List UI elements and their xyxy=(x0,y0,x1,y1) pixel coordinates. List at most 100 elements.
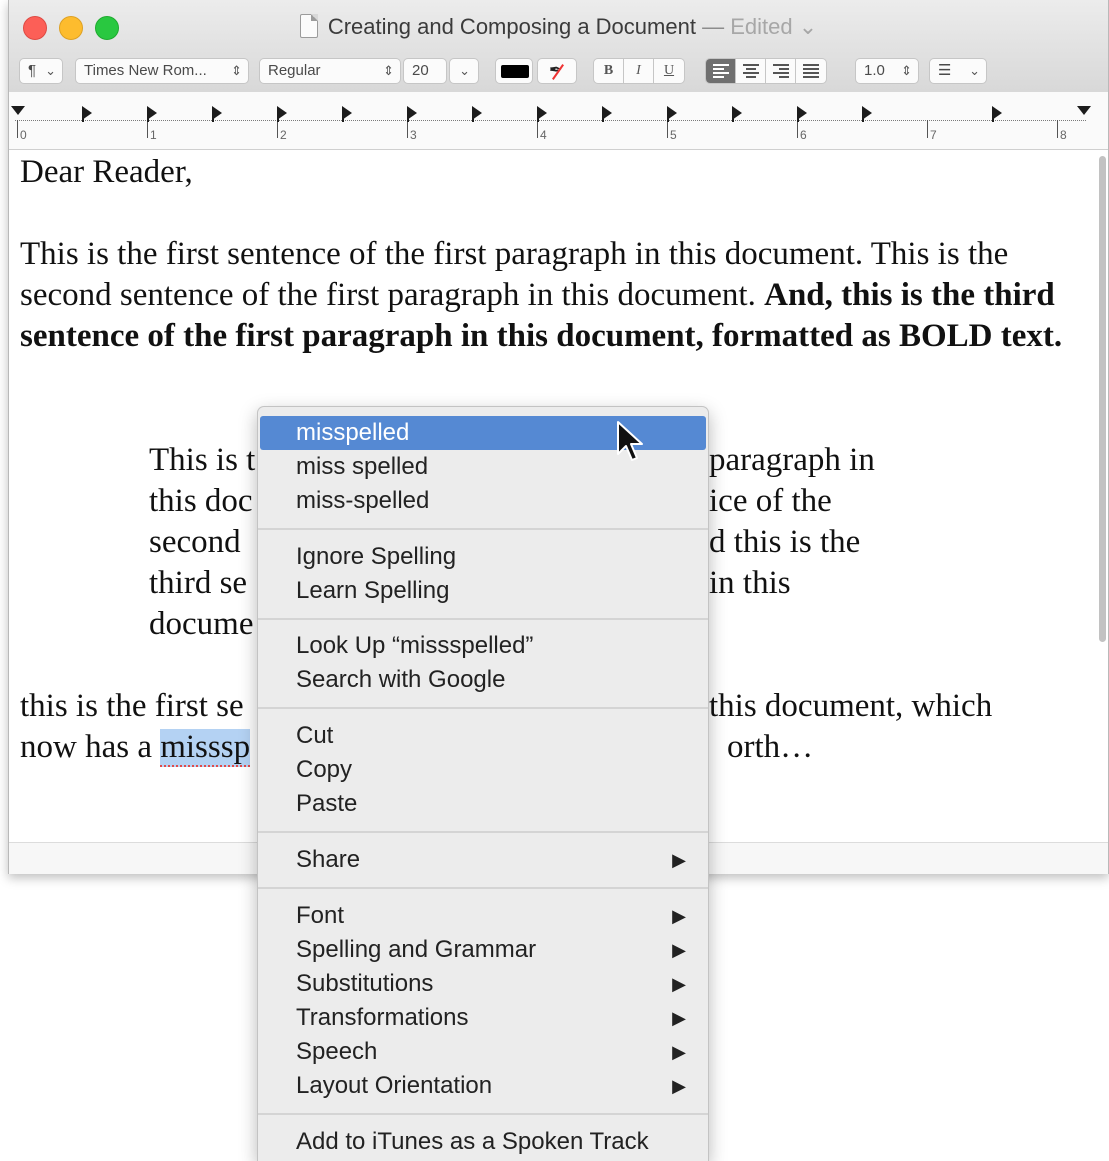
menu-item-speech-label: Speech xyxy=(296,1038,378,1065)
vertical-scrollbar[interactable] xyxy=(1099,156,1106,642)
first-line-indent-marker[interactable] xyxy=(11,106,25,115)
tab-stop-stem xyxy=(407,113,409,122)
align-right-icon xyxy=(772,64,789,78)
tab-stop-stem xyxy=(602,113,604,122)
font-family-popup[interactable]: Times New Rom... ⇕ xyxy=(75,58,249,84)
menu-item-transformations-label: Transformations xyxy=(296,1004,469,1031)
menu-item-ignore-spelling[interactable]: Ignore Spelling xyxy=(258,540,708,574)
font-size-value: 20 xyxy=(412,62,429,79)
title-bar[interactable]: Creating and Composing a Document — Edit… xyxy=(9,0,1108,92)
paragraph-3-line-2-right: orth… xyxy=(727,729,814,765)
menu-item-layout-orientation[interactable]: Layout Orientation ▶ xyxy=(258,1069,708,1103)
updown-arrows-icon: ⇕ xyxy=(383,63,394,78)
ruler[interactable]: 0 1 2 3 4 5 6 7 8 xyxy=(9,92,1108,150)
window-title-text: Creating and Composing a Document xyxy=(327,14,696,39)
menu-item-add-to-itunes[interactable]: Add to iTunes as a Spoken Track xyxy=(258,1125,708,1159)
paragraph-2-right-line-3: d this is the xyxy=(709,524,861,560)
tab-stop-stem xyxy=(82,113,84,122)
text-color-well[interactable] xyxy=(495,58,533,84)
align-center-button[interactable] xyxy=(736,59,766,83)
paragraph-2-right-line-2: ice of the xyxy=(709,483,832,519)
typeface-popup[interactable]: Regular ⇕ xyxy=(259,58,401,84)
font-size-field[interactable]: 20 xyxy=(403,58,447,84)
ruler-number: 1 xyxy=(150,128,157,142)
context-menu: misspelled miss spelled miss-spelled Ign… xyxy=(257,406,709,1161)
list-bullets-popup[interactable]: ☰ ⌄ xyxy=(929,58,987,84)
font-size-popup[interactable]: ⌄ xyxy=(449,58,479,84)
menu-separator xyxy=(258,831,708,833)
title-separator: — xyxy=(702,14,725,39)
tab-stop-stem xyxy=(732,113,734,122)
align-left-button[interactable] xyxy=(706,59,736,83)
underline-button[interactable]: U xyxy=(654,59,684,83)
misspelled-word-selection[interactable]: misssp xyxy=(160,729,251,767)
menu-item-layout-orientation-label: Layout Orientation xyxy=(296,1072,493,1099)
bold-button[interactable]: B xyxy=(594,59,624,83)
menu-item-substitutions[interactable]: Substitutions ▶ xyxy=(258,967,708,1001)
ruler-major-tick xyxy=(797,120,798,138)
tab-stop-stem xyxy=(147,113,149,122)
submenu-arrow-icon: ▶ xyxy=(672,850,686,870)
chevron-down-icon[interactable]: ⌄ xyxy=(799,14,817,39)
italic-button[interactable]: I xyxy=(624,59,654,83)
ruler-major-tick xyxy=(17,120,18,138)
menu-item-speech[interactable]: Speech ▶ xyxy=(258,1035,708,1069)
greeting-line: Dear Reader, xyxy=(20,154,193,190)
window-title[interactable]: Creating and Composing a Document — Edit… xyxy=(9,14,1108,40)
menu-item-learn-spelling[interactable]: Learn Spelling xyxy=(258,574,708,608)
mouse-pointer-icon xyxy=(617,421,643,461)
submenu-arrow-icon: ▶ xyxy=(672,974,686,994)
paragraph-1: This is the first sentence of the first … xyxy=(20,234,1080,357)
ruler-number: 2 xyxy=(280,128,287,142)
chevron-down-icon: ⌄ xyxy=(459,63,470,78)
line-spacing-value: 1.0 xyxy=(864,62,885,79)
tab-stop-stem xyxy=(277,113,279,122)
tab-stop-stem xyxy=(797,113,799,122)
ruler-baseline xyxy=(15,120,1086,121)
menu-item-search-with-google[interactable]: Search with Google xyxy=(258,663,708,697)
menu-item-font[interactable]: Font ▶ xyxy=(258,899,708,933)
highlighter-icon: ✒ xyxy=(549,62,563,79)
highlight-color-well[interactable]: ✒ xyxy=(537,58,577,84)
typeface-value: Regular xyxy=(268,62,321,79)
ruler-number: 3 xyxy=(410,128,417,142)
ruler-number: 6 xyxy=(800,128,807,142)
ruler-major-tick xyxy=(537,120,538,138)
ruler-major-tick xyxy=(927,120,928,138)
tab-stop-stem xyxy=(342,113,344,122)
updown-arrows-icon: ⇕ xyxy=(901,63,912,78)
menu-separator xyxy=(258,1113,708,1115)
paragraph-2-line-2: this doc xyxy=(149,483,253,519)
ruler-number: 7 xyxy=(930,128,937,142)
submenu-arrow-icon: ▶ xyxy=(672,1008,686,1028)
tab-stop-stem xyxy=(992,113,994,122)
align-center-icon xyxy=(742,64,759,78)
justify-button[interactable] xyxy=(796,59,826,83)
menu-item-cut[interactable]: Cut xyxy=(258,719,708,753)
line-spacing-popup[interactable]: 1.0 ⇕ xyxy=(855,58,919,84)
paragraph-3-line-2-left: now has a misssp xyxy=(20,727,251,768)
paragraph-2-right-fragment: paragraph in ice of the d this is the in… xyxy=(709,440,875,604)
menu-item-paste[interactable]: Paste xyxy=(258,787,708,821)
menu-item-share[interactable]: Share ▶ xyxy=(258,843,708,877)
menu-item-spelling-and-grammar[interactable]: Spelling and Grammar ▶ xyxy=(258,933,708,967)
paragraph-style-popup[interactable]: ¶ ⌄ xyxy=(19,58,63,84)
alignment-segment xyxy=(705,58,827,84)
menu-item-suggestion-miss-hyphen-spelled[interactable]: miss-spelled xyxy=(258,484,708,518)
ruler-number: 0 xyxy=(20,128,27,142)
menu-item-transformations[interactable]: Transformations ▶ xyxy=(258,1001,708,1035)
justify-icon xyxy=(803,64,819,78)
chevron-down-icon: ⌄ xyxy=(969,63,980,78)
paragraph-icon: ¶ xyxy=(28,62,37,79)
align-right-button[interactable] xyxy=(766,59,796,83)
paragraph-3-line-1-left: this is the first se xyxy=(20,688,244,724)
menu-item-copy[interactable]: Copy xyxy=(258,753,708,787)
ruler-major-tick xyxy=(667,120,668,138)
right-margin-marker[interactable] xyxy=(1077,106,1091,115)
ruler-major-tick xyxy=(1057,120,1058,138)
ruler-number: 8 xyxy=(1060,128,1067,142)
font-family-value: Times New Rom... xyxy=(84,62,207,79)
menu-item-look-up[interactable]: Look Up “missspelled” xyxy=(258,629,708,663)
paragraph-2-line-3: second xyxy=(149,524,241,560)
tab-stop-stem xyxy=(472,113,474,122)
